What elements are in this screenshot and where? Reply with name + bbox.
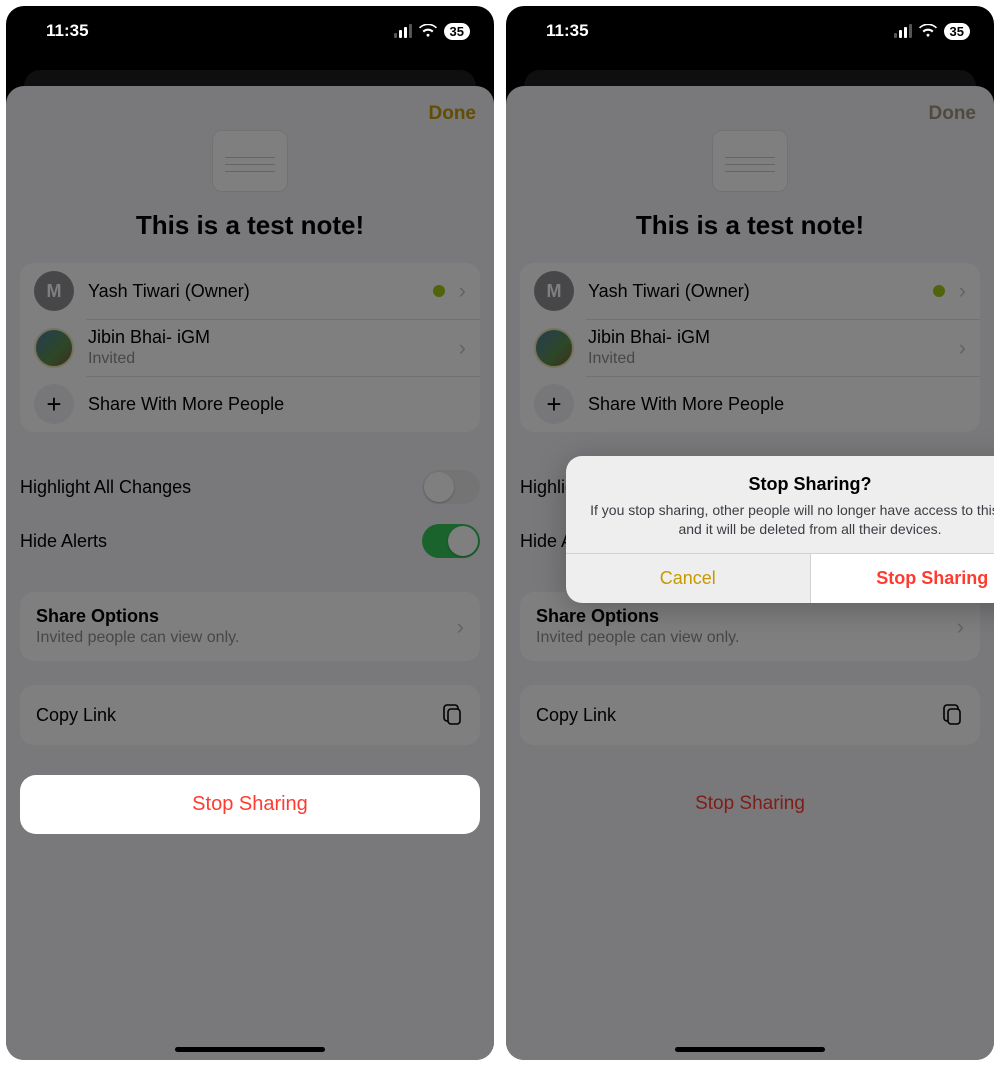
owner-name: Yash Tiwari (Owner) [88,281,433,302]
invitee-avatar [34,328,74,368]
alert-title: Stop Sharing? [584,474,994,495]
invitee-row[interactable]: Jibin Bhai- iGM Invited › [20,319,480,376]
battery-icon: 35 [444,23,470,40]
hide-alerts-toggle[interactable] [422,524,480,558]
share-more-row[interactable]: + Share With More People [20,376,480,432]
share-options-subtitle: Invited people can view only. [36,629,453,647]
copy-icon [442,703,464,727]
hide-alerts-row: Hide Alerts [20,514,480,568]
alert-confirm-button[interactable]: Stop Sharing [811,554,995,603]
highlight-changes-toggle[interactable] [422,470,480,504]
alert-message: If you stop sharing, other people will n… [584,501,994,539]
share-more-label: Share With More People [88,394,466,415]
share-options-card[interactable]: Share Options Invited people can view on… [20,592,480,661]
status-right: 35 [894,23,970,40]
share-sheet: Done This is a test note! M Yash Tiwari … [6,86,494,1060]
people-card: M Yash Tiwari (Owner) › Jibin Bhai- iGM … [20,263,480,432]
status-time: 11:35 [46,21,89,41]
invitee-name: Jibin Bhai- iGM [88,327,455,348]
status-time: 11:35 [546,21,589,41]
owner-avatar: M [34,271,74,311]
copy-link-card[interactable]: Copy Link [20,685,480,745]
wifi-icon [419,24,437,38]
stop-sharing-button[interactable]: Stop Sharing [20,775,480,834]
presence-dot-icon [433,285,445,297]
left-screenshot: 11:35 35 Done This is a test note! M Yas… [6,6,494,1060]
share-options-title: Share Options [36,606,453,627]
stop-sharing-alert: Stop Sharing? If you stop sharing, other… [566,456,994,603]
status-right: 35 [394,23,470,40]
home-indicator [175,1047,325,1052]
wifi-icon [919,24,937,38]
plus-icon: + [34,384,74,424]
highlight-changes-label: Highlight All Changes [20,477,191,498]
note-icon [212,130,288,192]
battery-icon: 35 [944,23,970,40]
cellular-icon [894,24,912,38]
chevron-right-icon: › [455,335,466,361]
chevron-right-icon: › [453,614,464,640]
copy-link-label: Copy Link [36,705,116,726]
invitee-status: Invited [88,350,455,368]
right-screenshot: 11:35 35 Done This is a test note! M Yas… [506,6,994,1060]
done-button[interactable]: Done [429,103,477,125]
cellular-icon [394,24,412,38]
note-title: This is a test note! [6,210,494,241]
chevron-right-icon: › [455,278,466,304]
highlight-changes-row: Highlight All Changes [20,460,480,514]
alert-cancel-button[interactable]: Cancel [566,554,811,603]
settings-group: Highlight All Changes Hide Alerts [20,460,480,568]
status-bar: 11:35 35 [506,6,994,56]
hide-alerts-label: Hide Alerts [20,531,107,552]
status-bar: 11:35 35 [6,6,494,56]
owner-row[interactable]: M Yash Tiwari (Owner) › [20,263,480,319]
